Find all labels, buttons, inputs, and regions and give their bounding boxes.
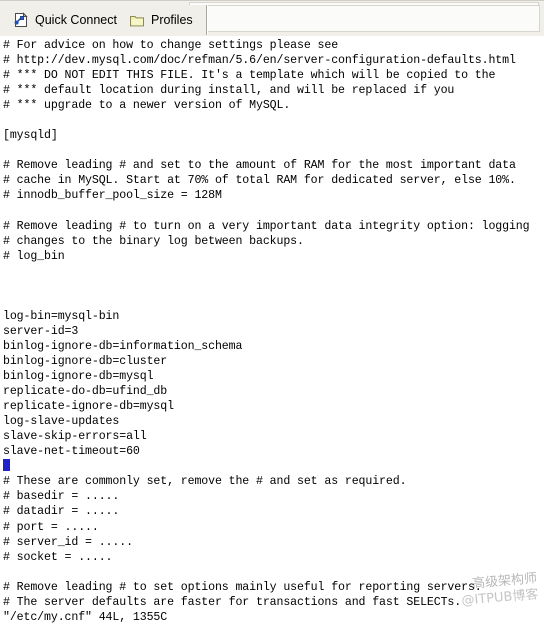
terminal-line: replicate-ignore-db=mysql bbox=[3, 400, 174, 414]
terminal-line: # For advice on how to change settings p… bbox=[3, 39, 339, 52]
terminal-line: binlog-ignore-db=mysql bbox=[3, 370, 154, 384]
terminal-line-list: # For advice on how to change settings p… bbox=[3, 38, 544, 625]
terminal-line: log-bin=mysql-bin bbox=[3, 309, 120, 323]
terminal-cursor-line bbox=[3, 459, 544, 474]
terminal-line: binlog-ignore-db=information_schema bbox=[3, 339, 243, 353]
terminal-status-line: "/etc/my.cnf" 44L, 1355C bbox=[3, 610, 168, 624]
terminal-line: [mysqld] bbox=[3, 129, 58, 143]
terminal-line: log-slave-updates bbox=[3, 415, 120, 429]
terminal-line: # http://dev.mysql.com/doc/refman/5.6/en… bbox=[3, 54, 516, 68]
terminal-line: # *** default location during install, a… bbox=[3, 84, 455, 98]
terminal-line: # port = ..... bbox=[3, 520, 99, 534]
terminal-line: # The server defaults are faster for tra… bbox=[3, 595, 462, 609]
terminal-line: # cache in MySQL. Start at 70% of total … bbox=[3, 174, 516, 188]
terminal-line: # *** DO NOT EDIT THIS FILE. It's a temp… bbox=[3, 69, 496, 83]
terminal-line: # server_id = ..... bbox=[3, 535, 133, 549]
terminal-text-area[interactable]: # For advice on how to change settings p… bbox=[0, 36, 544, 627]
terminal-line: # Remove leading # to turn on a very imp… bbox=[3, 219, 530, 233]
terminal-line: # Remove leading # and set to the amount… bbox=[3, 159, 516, 173]
toolbar-button-group: Quick Connect Profiles bbox=[1, 5, 207, 35]
terminal-line: # innodb_buffer_pool_size = 128M bbox=[3, 189, 222, 203]
quick-connect-button[interactable]: Quick Connect bbox=[9, 7, 125, 33]
profiles-button[interactable]: Profiles bbox=[125, 7, 201, 33]
text-cursor bbox=[3, 459, 10, 472]
terminal-line: # socket = ..... bbox=[3, 550, 113, 564]
terminal-line: server-id=3 bbox=[3, 324, 79, 338]
terminal-line: # *** upgrade to a newer version of MySQ… bbox=[3, 99, 291, 113]
toolbar-empty-area bbox=[189, 5, 540, 32]
terminal-line: # Remove leading # to set options mainly… bbox=[3, 580, 482, 594]
terminal-line: slave-net-timeout=60 bbox=[3, 445, 140, 459]
terminal-line: slave-skip-errors=all bbox=[3, 430, 147, 444]
terminal-line: # log_bin bbox=[3, 249, 65, 263]
quick-connect-label: Quick Connect bbox=[35, 12, 117, 27]
terminal-line: replicate-do-db=ufind_db bbox=[3, 385, 168, 399]
terminal-line: # datadir = ..... bbox=[3, 505, 120, 519]
profiles-label: Profiles bbox=[150, 12, 193, 27]
toolbar: Quick Connect Profiles bbox=[0, 5, 544, 36]
terminal-line: binlog-ignore-db=cluster bbox=[3, 354, 168, 368]
terminal-line: # These are commonly set, remove the # a… bbox=[3, 475, 407, 489]
terminal-line: # basedir = ..... bbox=[3, 490, 120, 504]
folder-icon bbox=[129, 12, 145, 28]
quick-connect-icon bbox=[13, 12, 29, 28]
terminal-line: # changes to the binary log between back… bbox=[3, 234, 304, 248]
